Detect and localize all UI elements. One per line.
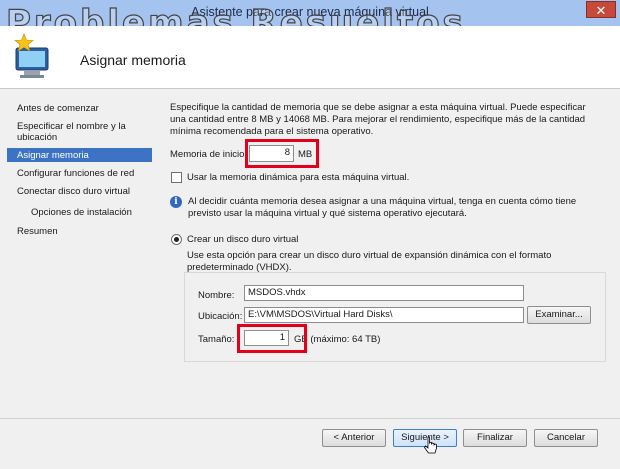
- nav-item-resumen[interactable]: Resumen: [17, 226, 58, 237]
- size-label: Tamaño:: [198, 334, 235, 345]
- dynamic-memory-checkbox[interactable]: [171, 172, 182, 183]
- dynamic-memory-label: Usar la memoria dinámica para esta máqui…: [187, 172, 410, 183]
- nav-item-antes-de-comenzar[interactable]: Antes de comenzar: [17, 103, 99, 114]
- highlight-box-size: [237, 324, 307, 353]
- previous-button[interactable]: < Anterior: [322, 429, 386, 447]
- close-button[interactable]: ✕: [586, 1, 616, 18]
- nav-item-opciones-instalacion[interactable]: Opciones de instalación: [31, 207, 132, 218]
- location-label: Ubicación:: [198, 311, 243, 322]
- info-text: Al decidir cuánta memoria desea asignar …: [188, 196, 577, 219]
- browse-button[interactable]: Examinar...: [527, 306, 591, 324]
- name-label: Nombre:: [198, 290, 235, 301]
- nav-item-asignar-memoria[interactable]: Asignar memoria: [17, 150, 89, 161]
- nav-item-funciones-red[interactable]: Configurar funciones de red: [17, 168, 134, 179]
- create-disk-label: Crear un disco duro virtual: [187, 234, 299, 245]
- disk-name-input[interactable]: MSDOS.vhdx: [244, 285, 524, 301]
- footer-divider: [0, 418, 620, 419]
- nav-item-disco-duro[interactable]: Conectar disco duro virtual: [17, 186, 130, 197]
- cancel-button[interactable]: Cancelar: [534, 429, 598, 447]
- mouse-cursor-icon: [424, 436, 437, 454]
- highlight-box-memory: [245, 139, 319, 168]
- create-disk-radio[interactable]: [171, 234, 182, 245]
- disk-location-input[interactable]: E:\VM\MSDOS\Virtual Hard Disks\: [244, 307, 524, 323]
- memory-description: Especifique la cantidad de memoria que s…: [170, 102, 586, 137]
- info-icon: i: [170, 196, 182, 208]
- finish-button[interactable]: Finalizar: [463, 429, 527, 447]
- startup-memory-label: Memoria de inicio:: [170, 149, 248, 160]
- computer-star-icon: [14, 33, 49, 78]
- page-title: Asignar memoria: [80, 52, 186, 68]
- create-disk-description: Use esta opción para crear un disco duro…: [187, 250, 552, 273]
- radio-selected-dot: [174, 237, 179, 242]
- nav-item-nombre-ubicacion[interactable]: Especificar el nombre y la ubicación: [17, 121, 145, 143]
